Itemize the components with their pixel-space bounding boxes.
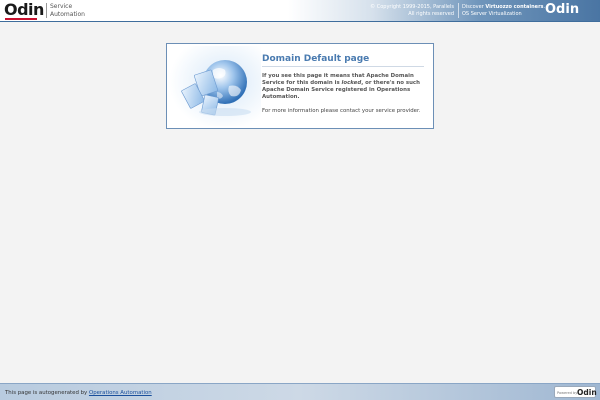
product-name: Service Automation: [50, 3, 85, 18]
copyright-line-1: © Copyright 1999-2015, Parallels: [370, 4, 454, 10]
powered-by-logo: Odin: [577, 388, 597, 397]
contact-message: For more information please contact your…: [262, 108, 421, 114]
header-divider: [46, 3, 47, 18]
odin-logo[interactable]: Odin: [4, 2, 44, 18]
discover-line-2: OS Server Virtualization: [462, 11, 522, 17]
discover-prefix: Discover: [462, 4, 486, 10]
odin-logo-right[interactable]: Odin: [545, 3, 579, 17]
logo-underline: [5, 18, 37, 20]
domain-default-panel: Domain Default page If you see this page…: [166, 43, 434, 129]
page-footer: This page is autogenerated by Operations…: [0, 383, 600, 400]
footer-text: This page is autogenerated by Operations…: [5, 390, 152, 396]
discover-highlight: Virtuozzo containers: [485, 4, 544, 10]
discover-promo[interactable]: Discover Virtuozzo containers. OS Server…: [462, 4, 545, 18]
copyright-notice: © Copyright 1999-2015, Parallels All rig…: [360, 4, 454, 18]
globe-icon: [169, 46, 261, 126]
operations-automation-link[interactable]: Operations Automation: [89, 390, 152, 396]
product-line-1: Service: [50, 3, 73, 10]
copyright-line-2: All rights reserved: [408, 11, 454, 17]
discover-line-1: Discover Virtuozzo containers.: [462, 4, 545, 11]
locked-message: If you see this page it means that Apach…: [262, 73, 428, 101]
powered-by-badge[interactable]: Powered by Odin: [554, 386, 597, 398]
page-header: Odin Service Automation © Copyright 1999…: [0, 0, 600, 22]
powered-by-label: Powered by: [557, 391, 578, 395]
title-divider: [262, 66, 424, 67]
page-title: Domain Default page: [262, 54, 370, 64]
locked-emphasis: locked: [341, 80, 362, 86]
footer-prefix: This page is autogenerated by: [5, 390, 89, 396]
product-line-2: Automation: [50, 10, 85, 18]
header-divider-right: [458, 3, 459, 18]
